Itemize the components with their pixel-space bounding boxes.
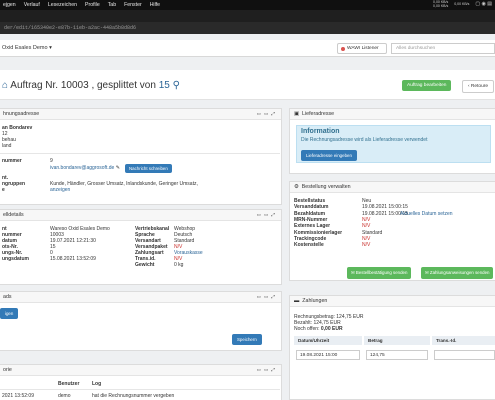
order-field-value[interactable]: Standard bbox=[362, 230, 382, 236]
email-link[interactable]: ivan.bondarev@aggrosoft.de ✎ bbox=[50, 165, 120, 171]
menu-item[interactable]: Lesezeichen bbox=[48, 2, 77, 8]
billing-header: hnungsadresse bbox=[3, 111, 40, 117]
cart-icon: ⌂ bbox=[2, 80, 9, 91]
history-date: 2021 13:52:09 bbox=[2, 393, 34, 399]
order-field-label: Kommissionierlager bbox=[294, 229, 343, 236]
details-header: elldetails bbox=[3, 212, 24, 218]
shop-selector[interactable]: Oxid Esales Demo ▾ bbox=[2, 45, 52, 51]
enter-shipping-address-button[interactable]: Lieferadresse eingeben bbox=[301, 150, 357, 161]
wawi-label: WAWI Listener bbox=[347, 46, 379, 51]
menu-item[interactable]: Profile bbox=[85, 2, 100, 8]
shipping-header: Lieferadresse bbox=[302, 111, 335, 117]
payment-date-input[interactable]: 19.08.2021 15:00 bbox=[296, 350, 360, 360]
save-button[interactable]: Speichern bbox=[232, 334, 262, 345]
order-field-value[interactable]: N/V bbox=[362, 236, 370, 242]
truck-icon: ▣ bbox=[294, 111, 300, 117]
window-controls-icon[interactable]: ▢ ◉ ▤ bbox=[475, 2, 492, 7]
history-header: orie bbox=[3, 367, 12, 373]
panel-controls-icon[interactable]: ▭▭⤢ bbox=[257, 294, 278, 300]
info-title: Information bbox=[301, 128, 340, 135]
groups-label: e bbox=[2, 187, 5, 193]
payments-header: Zahlungen bbox=[302, 298, 328, 304]
col-amount: Betrag bbox=[364, 336, 430, 345]
open-amount: Noch offen: 0,00 EUR bbox=[294, 326, 343, 332]
order-field-value[interactable]: 19.08.2021 15:00:15 bbox=[362, 204, 408, 210]
col-trans-id: Trans.-Id. bbox=[432, 336, 495, 345]
title-text: Auftrag Nr. 10003 , gesplittet von bbox=[10, 80, 159, 91]
gear-icon: ⚙ bbox=[294, 184, 299, 190]
network-speed: 0,00 KB/s bbox=[454, 2, 470, 7]
panel-controls-icon[interactable]: ▭▭⤢ bbox=[257, 367, 278, 373]
send-payment-instructions-button[interactable]: ✉ Zahlungsanweisungen senden bbox=[421, 267, 494, 279]
url-text: der/edit/165340e2-e87b-11eb-a2ac-448a5b8… bbox=[4, 25, 137, 31]
order-field-label: Trackingcode bbox=[294, 235, 327, 242]
retoure-button[interactable]: ‹ Retoure bbox=[462, 80, 494, 93]
payment-amount-input[interactable]: 124,75 bbox=[366, 350, 428, 360]
order-field-label: Kostenstelle bbox=[294, 242, 324, 249]
status-dot-icon bbox=[341, 46, 345, 51]
col-log: Log bbox=[92, 381, 102, 387]
os-menu-bar: ejgen Verlauf Lesezeichen Profile Tab Fe… bbox=[0, 0, 495, 10]
detail-label: ungsdatum bbox=[2, 256, 29, 262]
groups-label: ngruppen bbox=[2, 181, 26, 187]
col-user: Benutzer bbox=[58, 381, 80, 387]
order-field-label: Versanddatum bbox=[294, 204, 329, 211]
write-message-button[interactable]: Nachricht schreiben bbox=[125, 164, 172, 173]
search-input[interactable]: Alles durchsuchen bbox=[391, 43, 495, 54]
edit-icon: ✎ bbox=[115, 165, 120, 171]
order-field-value[interactable]: N/V bbox=[362, 223, 370, 229]
page-title: ⌂ Auftrag Nr. 10003 , gesplittet von 15 … bbox=[2, 80, 180, 91]
menu-item[interactable]: Verlauf bbox=[24, 2, 40, 8]
search-icon[interactable]: ⚲ bbox=[173, 80, 180, 91]
credit-card-icon: ▬ bbox=[294, 298, 300, 304]
network-speed: 0,00 KB/s bbox=[433, 4, 449, 8]
edit-order-button[interactable]: Auftrag bearbeiten bbox=[402, 80, 452, 91]
history-log: hat die Rechnungsnummer vergeben bbox=[92, 393, 175, 399]
order-mgmt-header: Bestellung verwalten bbox=[301, 184, 351, 190]
col-date: Datum/Uhrzeit bbox=[294, 336, 362, 345]
set-current-date-link[interactable]: Aktuelles Datum setzen bbox=[400, 211, 453, 217]
customer-number: 9 bbox=[50, 158, 53, 164]
billing-address-panel: hnungsadresse ▭▭⤢ bbox=[0, 108, 282, 205]
panel-controls-icon[interactable]: ▭▭⤢ bbox=[257, 111, 278, 117]
add-upload-button[interactable]: igen bbox=[0, 308, 19, 319]
order-field-label: Bezahldatum bbox=[294, 210, 326, 217]
customer-number-label: nummer bbox=[2, 158, 22, 164]
detail-value: 0 kg bbox=[174, 262, 184, 268]
billing-line: land bbox=[2, 143, 12, 149]
send-confirmation-button[interactable]: ✉ Bestellbestätigung senden bbox=[347, 267, 412, 279]
history-user: demo bbox=[58, 393, 71, 399]
detail-value: 15.08.2021 13:52:09 bbox=[50, 256, 96, 262]
order-field-label: Externes Lager bbox=[294, 223, 331, 230]
uploads-header: ads bbox=[3, 294, 12, 300]
info-text: Die Rechnungsadresse wird als Lieferadre… bbox=[301, 137, 428, 143]
wawi-listener-button[interactable]: WAWI Listener bbox=[337, 43, 387, 54]
address-bar[interactable]: der/edit/165340e2-e87b-11eb-a2ac-448a5b8… bbox=[0, 22, 495, 34]
payment-trans-input[interactable] bbox=[434, 350, 495, 360]
order-field-label: Bestellstatus bbox=[294, 198, 326, 204]
menu-item[interactable]: Tab bbox=[108, 2, 116, 8]
customer-groups: Kunde, Händler, Grosser Umsatz, Inlandsk… bbox=[50, 181, 198, 187]
menu-item[interactable]: Fenster bbox=[124, 2, 142, 8]
order-field-label: MRN-Nummer bbox=[294, 216, 328, 223]
panel-controls-icon[interactable]: ▭▭⤢ bbox=[257, 212, 278, 218]
detail-value: 19.07.2021 12:21:30 bbox=[50, 238, 96, 244]
order-field-value[interactable]: N/V bbox=[362, 242, 370, 248]
browser-tab-bar bbox=[0, 10, 495, 22]
order-field-value[interactable]: Neu bbox=[362, 198, 371, 204]
status-area: 0,00 KB/s 0,00 KB/s 0,00 KB/s ▢ ◉ ▤ bbox=[433, 1, 492, 8]
payments-panel: ▬ Zahlungen bbox=[289, 295, 495, 400]
menu-item[interactable]: Hilfe bbox=[150, 2, 160, 8]
show-groups-link[interactable]: anzeigen bbox=[50, 187, 70, 193]
order-field-value[interactable]: N/V bbox=[362, 217, 370, 223]
detail-label: Gewicht bbox=[135, 262, 155, 268]
split-ref-link[interactable]: 15 bbox=[159, 80, 170, 91]
menu-item[interactable]: ejgen bbox=[3, 2, 16, 8]
